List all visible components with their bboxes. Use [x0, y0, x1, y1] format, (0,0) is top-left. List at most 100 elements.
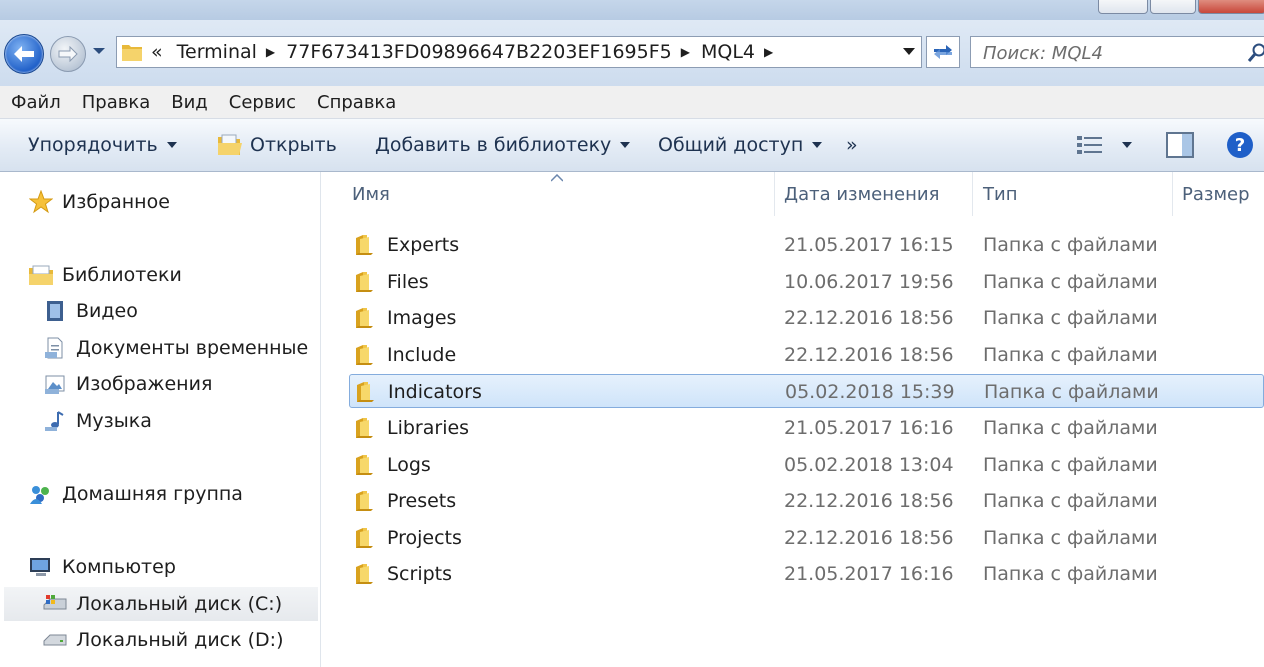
column-divider[interactable]	[774, 172, 775, 216]
table-row[interactable]: Images 22.12.2016 18:56 Папка с файлами	[349, 301, 1264, 335]
column-name-label: Имя	[352, 183, 390, 205]
table-row[interactable]: Libraries 21.05.2017 16:16 Папка с файлами	[349, 411, 1264, 445]
libraries-icon	[29, 265, 53, 285]
drive-icon	[43, 634, 67, 646]
column-header-name[interactable]: Имя	[352, 172, 390, 216]
nav-homegroup-label: Домашняя группа	[62, 483, 243, 505]
nav-library-documents[interactable]: Документы временные	[42, 331, 308, 365]
menu-view[interactable]: Вид	[171, 92, 208, 113]
organize-label: Упорядочить	[28, 134, 158, 156]
more-commands-button[interactable]: »	[846, 119, 858, 171]
add-to-library-label: Добавить в библиотеку	[375, 134, 612, 156]
help-button[interactable]: ?	[1226, 119, 1254, 171]
column-header-type[interactable]: Тип	[983, 172, 1017, 216]
file-name: Include	[387, 343, 457, 366]
organize-button[interactable]: Упорядочить	[28, 119, 177, 171]
file-type: Папка с файлами	[983, 526, 1158, 549]
file-name: Presets	[387, 490, 457, 513]
table-row[interactable]: Scripts 21.05.2017 16:16 Папка с файлами	[349, 557, 1264, 591]
menu-tools[interactable]: Сервис	[229, 92, 296, 113]
file-name: Experts	[387, 234, 460, 256]
file-name: Projects	[387, 526, 462, 549]
view-options-button[interactable]	[1076, 119, 1132, 171]
column-divider[interactable]	[1172, 172, 1173, 216]
sort-ascending-icon	[551, 174, 563, 182]
pictures-library-icon	[45, 375, 65, 394]
chevron-down-icon	[620, 142, 631, 148]
share-button[interactable]: Общий доступ	[658, 119, 823, 171]
nav-drive-d[interactable]: Локальный диск (D:)	[42, 623, 284, 657]
nav-homegroup[interactable]: Домашняя группа	[28, 477, 243, 511]
nav-favorites[interactable]: Избранное	[28, 185, 170, 219]
nav-library-pictures[interactable]: Изображения	[42, 367, 212, 401]
maximize-button[interactable]	[1150, 0, 1196, 14]
table-row[interactable]: Include 22.12.2016 18:56 Папка с файлами	[349, 338, 1264, 372]
table-row[interactable]: Experts 21.05.2017 16:15 Папка с файлами	[349, 228, 1264, 262]
table-row[interactable]: Projects 22.12.2016 18:56 Папка с файлами	[349, 521, 1264, 555]
file-type: Папка с файлами	[983, 234, 1158, 256]
table-row[interactable]: Files 10.06.2017 19:56 Папка с файлами	[349, 265, 1264, 299]
address-dropdown-icon[interactable]	[903, 48, 915, 56]
menu-help[interactable]: Справка	[317, 92, 396, 113]
nav-library-pictures-label: Изображения	[76, 373, 213, 395]
close-button[interactable]	[1198, 0, 1264, 14]
table-row[interactable]: Indicators 05.02.2018 15:39 Папка с файлам…	[349, 374, 1264, 409]
breadcrumb-mql4[interactable]: MQL4	[701, 41, 755, 63]
column-header-date[interactable]: Дата изменения	[784, 172, 939, 216]
open-label: Открыть	[250, 134, 337, 156]
search-icon[interactable]	[1247, 43, 1264, 63]
forward-button[interactable]	[50, 36, 86, 72]
folder-icon	[356, 271, 373, 292]
nav-libraries[interactable]: Библиотеки	[28, 258, 182, 292]
recent-pages-dropdown-icon[interactable]	[92, 46, 106, 56]
table-row[interactable]: Presets 22.12.2016 18:56 Папка с файлами	[349, 484, 1264, 518]
folder-icon	[122, 45, 142, 61]
menu-bar: Файл Правка Вид Сервис Справка	[0, 86, 1264, 119]
nav-library-music[interactable]: Музыка	[42, 404, 152, 438]
window-title-strip	[0, 0, 1264, 20]
music-library-icon	[45, 411, 64, 431]
address-bar[interactable]: « Terminal ▶ 77F673413FD09896647B2203EF1…	[116, 36, 922, 68]
nav-computer[interactable]: Компьютер	[28, 550, 176, 584]
column-type-label: Тип	[983, 183, 1018, 205]
breadcrumb-separator-icon[interactable]: ▶	[681, 45, 690, 59]
nav-drive-d-label: Локальный диск (D:)	[76, 629, 284, 651]
add-to-library-button[interactable]: Добавить в библиотеку	[375, 119, 631, 171]
minimize-button[interactable]	[1098, 0, 1148, 14]
file-type: Папка с файлами	[983, 417, 1158, 439]
system-drive-icon	[43, 595, 67, 610]
open-folder-icon	[218, 134, 242, 155]
folder-icon	[356, 344, 373, 365]
nav-favorites-label: Избранное	[62, 191, 170, 213]
preview-pane-button[interactable]	[1166, 119, 1194, 171]
menu-file[interactable]: Файл	[11, 92, 61, 113]
open-button[interactable]: Открыть	[216, 119, 337, 171]
file-type: Папка с файлами	[983, 307, 1158, 330]
column-header-size[interactable]: Размер	[1182, 172, 1250, 216]
nav-library-video-label: Видео	[76, 300, 138, 322]
star-icon	[29, 190, 53, 214]
breadcrumb-separator-icon[interactable]: ▶	[764, 45, 773, 59]
nav-drive-c[interactable]: Локальный диск (C:)	[4, 587, 318, 621]
file-date: 22.12.2016 18:56	[784, 307, 954, 330]
search-input[interactable]	[981, 40, 1235, 66]
breadcrumb-terminal-id[interactable]: 77F673413FD09896647B2203EF1695F5	[286, 41, 672, 63]
refresh-button[interactable]	[926, 36, 960, 68]
menu-edit[interactable]: Правка	[82, 92, 151, 113]
file-type: Папка с файлами	[983, 490, 1158, 513]
folder-icon	[356, 527, 373, 548]
search-box[interactable]	[970, 36, 1264, 68]
homegroup-icon	[30, 486, 49, 504]
table-row[interactable]: Logs 05.02.2018 13:04 Папка с файлами	[349, 448, 1264, 482]
nav-libraries-label: Библиотеки	[62, 264, 182, 286]
file-date: 21.05.2017 16:16	[784, 563, 954, 586]
file-type: Папка с файлами	[983, 563, 1158, 586]
nav-library-documents-label: Документы временные	[76, 337, 309, 359]
back-button[interactable]	[4, 34, 44, 74]
nav-library-video[interactable]: Видео	[42, 294, 138, 328]
breadcrumb-separator-icon[interactable]: ▶	[266, 45, 275, 59]
breadcrumb-overflow[interactable]: «	[151, 41, 163, 63]
breadcrumb-terminal[interactable]: Terminal	[177, 41, 257, 63]
help-icon: ?	[1227, 132, 1253, 158]
column-divider[interactable]	[972, 172, 973, 216]
